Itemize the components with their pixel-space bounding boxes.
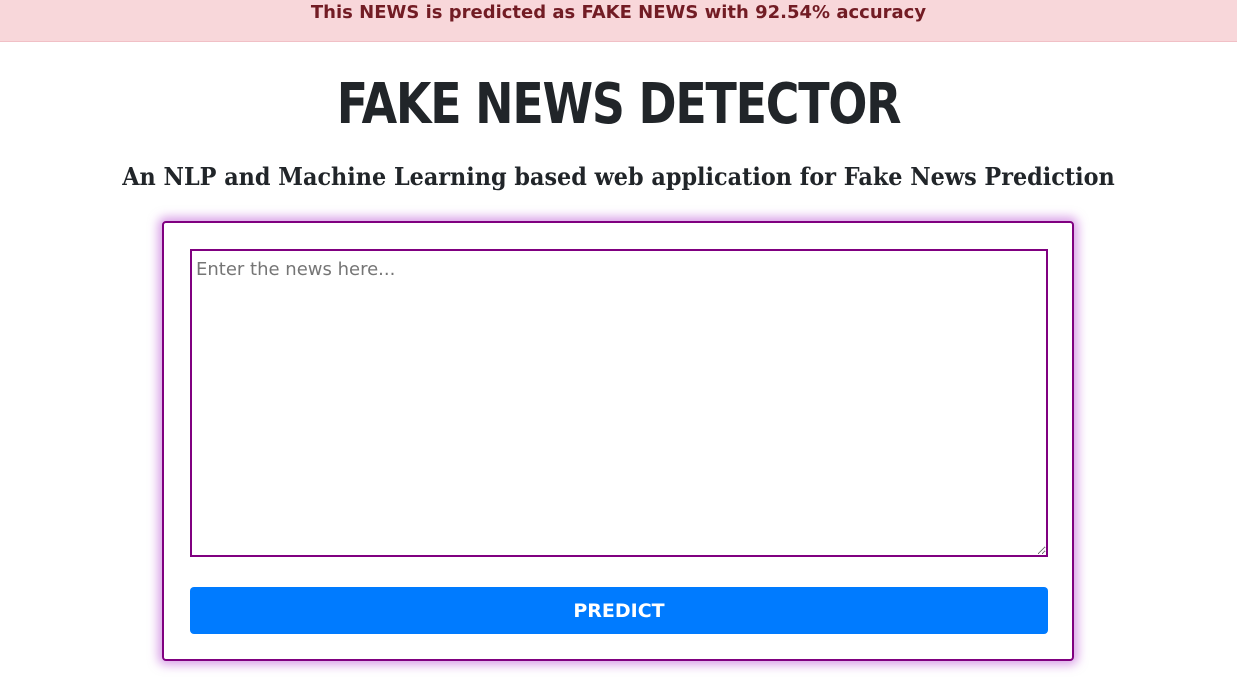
- prediction-form-card: PREDICT: [162, 221, 1074, 661]
- prediction-alert: This NEWS is predicted as FAKE NEWS with…: [0, 0, 1237, 42]
- news-input[interactable]: [190, 249, 1048, 557]
- page-title: FAKE NEWS DETECTOR: [336, 72, 902, 137]
- page-subtitle: An NLP and Machine Learning based web ap…: [122, 162, 1115, 191]
- predict-button[interactable]: PREDICT: [190, 587, 1048, 634]
- prediction-alert-text: This NEWS is predicted as FAKE NEWS with…: [310, 2, 927, 23]
